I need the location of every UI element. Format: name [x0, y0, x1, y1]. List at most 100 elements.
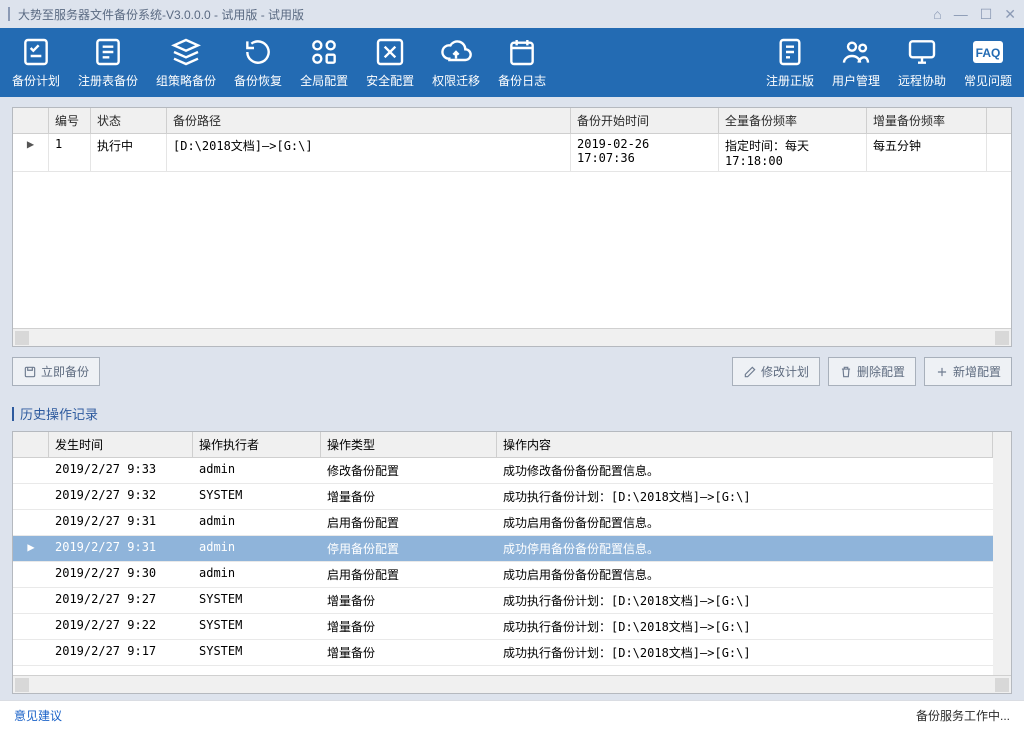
cell-executor: admin	[193, 562, 321, 587]
close-icon[interactable]: ✕	[1004, 6, 1016, 23]
cell-type: 增量备份	[321, 484, 497, 509]
group-policy-backup-button[interactable]: 组策略备份	[156, 36, 216, 89]
delete-config-button[interactable]: 删除配置	[828, 357, 916, 386]
toolbar-group-right: 注册正版 用户管理 远程协助 FAQ 常见问题	[766, 36, 1012, 89]
cell-type: 启用备份配置	[321, 510, 497, 535]
history-table-row[interactable]: 2019/2/27 9:30admin启用备份配置成功启用备份备份配置信息。	[13, 562, 993, 588]
registry-backup-button[interactable]: 注册表备份	[78, 36, 138, 89]
cell-time: 2019/2/27 9:17	[49, 640, 193, 665]
history-table-row[interactable]: 2019/2/27 9:27SYSTEM增量备份成功执行备份计划：[D:\201…	[13, 588, 993, 614]
col-full[interactable]: 全量备份频率	[719, 108, 867, 133]
col-num[interactable]: 编号	[49, 108, 91, 133]
row-marker	[13, 640, 49, 665]
backup-plan-button[interactable]: 备份计划	[12, 36, 60, 89]
maximize-icon[interactable]: ☐	[980, 6, 993, 23]
register-full-button[interactable]: 注册正版	[766, 36, 814, 89]
security-config-button[interactable]: 安全配置	[366, 36, 414, 89]
cell-content: 成功启用备份备份配置信息。	[497, 510, 993, 535]
button-label: 新增配置	[953, 363, 1001, 380]
toolbar-label: 用户管理	[832, 72, 880, 89]
home-icon[interactable]: ⌂	[933, 6, 941, 23]
row-marker-header	[13, 108, 49, 133]
backup-now-button[interactable]: 立即备份	[12, 357, 100, 386]
cell-executor: SYSTEM	[193, 640, 321, 665]
cell-executor: SYSTEM	[193, 588, 321, 613]
history-table-row[interactable]: 2019/2/27 9:31admin启用备份配置成功启用备份备份配置信息。	[13, 510, 993, 536]
cell-type: 停用备份配置	[321, 536, 497, 561]
layers-icon	[170, 36, 202, 68]
trash-icon	[839, 365, 853, 379]
col-content[interactable]: 操作内容	[497, 432, 993, 457]
cell-type: 增量备份	[321, 614, 497, 639]
cell-time: 2019/2/27 9:27	[49, 588, 193, 613]
history-table-row[interactable]: 2019/2/27 9:22SYSTEM增量备份成功执行备份计划：[D:\201…	[13, 614, 993, 640]
badge-icon	[774, 36, 806, 68]
cell-time: 2019/2/27 9:31	[49, 536, 193, 561]
toolbar-label: 组策略备份	[156, 72, 216, 89]
remote-assist-button[interactable]: 远程协助	[898, 36, 946, 89]
status-bar: 意见建议 备份服务工作中...	[0, 700, 1024, 730]
row-marker	[13, 562, 49, 587]
save-icon	[23, 365, 37, 379]
col-status[interactable]: 状态	[91, 108, 167, 133]
permission-migration-button[interactable]: 权限迁移	[432, 36, 480, 89]
history-table: 发生时间 操作执行者 操作类型 操作内容 2019/2/27 9:33admin…	[12, 431, 1012, 694]
action-buttons: 立即备份 修改计划 删除配置 新增配置	[12, 357, 1012, 386]
horizontal-scrollbar[interactable]	[13, 328, 1011, 346]
col-inc[interactable]: 增量备份频率	[867, 108, 987, 133]
add-config-button[interactable]: 新增配置	[924, 357, 1012, 386]
col-time[interactable]: 发生时间	[49, 432, 193, 457]
history-table-row[interactable]: 2019/2/27 9:17SYSTEM增量备份成功执行备份计划：[D:\201…	[13, 640, 993, 666]
backup-restore-button[interactable]: 备份恢复	[234, 36, 282, 89]
cell-type: 修改备份配置	[321, 458, 497, 483]
section-accent	[12, 407, 14, 421]
button-label: 删除配置	[857, 363, 905, 380]
cell-type: 增量备份	[321, 640, 497, 665]
cell-content: 成功停用备份备份配置信息。	[497, 536, 993, 561]
minimize-icon[interactable]: —	[954, 6, 968, 23]
app-window: 大势至服务器文件备份系统-V3.0.0.0 - 试用版 - 试用版 ⌂ — ☐ …	[0, 0, 1024, 730]
toolbar-label: 权限迁移	[432, 72, 480, 89]
plan-table-body: ▶ 1 执行中 [D:\2018文档]—>[G:\] 2019-02-26 17…	[13, 134, 1011, 328]
backup-log-button[interactable]: 备份日志	[498, 36, 546, 89]
user-management-button[interactable]: 用户管理	[832, 36, 880, 89]
grid-icon	[308, 36, 340, 68]
cell-content: 成功执行备份计划：[D:\2018文档]—>[G:\]	[497, 484, 993, 509]
faq-button[interactable]: FAQ 常见问题	[964, 36, 1012, 89]
feedback-link[interactable]: 意见建议	[14, 707, 62, 724]
history-table-row[interactable]: ▶2019/2/27 9:31admin停用备份配置成功停用备份备份配置信息。	[13, 536, 993, 562]
toolbar-label: 全局配置	[300, 72, 348, 89]
title-bar: 大势至服务器文件备份系统-V3.0.0.0 - 试用版 - 试用版 ⌂ — ☐ …	[0, 0, 1024, 28]
horizontal-scrollbar[interactable]	[13, 675, 1011, 693]
col-type[interactable]: 操作类型	[321, 432, 497, 457]
history-section-title: 历史操作记录	[12, 404, 1012, 423]
main-toolbar: 备份计划 注册表备份 组策略备份 备份恢复 全局配置 安全配置	[0, 28, 1024, 97]
toolbar-label: 备份计划	[12, 72, 60, 89]
toolbar-label: 注册表备份	[78, 72, 138, 89]
window-title: 大势至服务器文件备份系统-V3.0.0.0 - 试用版 - 试用版	[18, 6, 304, 23]
toolbar-label: 远程协助	[898, 72, 946, 89]
tools-icon	[374, 36, 406, 68]
cell-type: 增量备份	[321, 588, 497, 613]
cell-content: 成功执行备份计划：[D:\2018文档]—>[G:\]	[497, 640, 993, 665]
faq-icon: FAQ	[972, 36, 1004, 68]
cloud-arrow-icon	[440, 36, 472, 68]
cell-num: 1	[49, 134, 91, 171]
cell-content: 成功修改备份备份配置信息。	[497, 458, 993, 483]
modify-plan-button[interactable]: 修改计划	[732, 357, 820, 386]
history-table-row[interactable]: 2019/2/27 9:33admin修改备份配置成功修改备份备份配置信息。	[13, 458, 993, 484]
vertical-scrollbar[interactable]	[993, 432, 1011, 675]
col-executor[interactable]: 操作执行者	[193, 432, 321, 457]
history-table-row[interactable]: 2019/2/27 9:32SYSTEM增量备份成功执行备份计划：[D:\201…	[13, 484, 993, 510]
cell-executor: SYSTEM	[193, 614, 321, 639]
plan-table-row[interactable]: ▶ 1 执行中 [D:\2018文档]—>[G:\] 2019-02-26 17…	[13, 134, 1011, 172]
cell-executor: admin	[193, 458, 321, 483]
cell-time: 2019/2/27 9:22	[49, 614, 193, 639]
window-controls: ⌂ — ☐ ✕	[933, 6, 1016, 23]
col-start[interactable]: 备份开始时间	[571, 108, 719, 133]
global-config-button[interactable]: 全局配置	[300, 36, 348, 89]
toolbar-group-left: 备份计划 注册表备份 组策略备份 备份恢复	[12, 36, 282, 89]
col-path[interactable]: 备份路径	[167, 108, 571, 133]
users-icon	[840, 36, 872, 68]
toolbar-label: 注册正版	[766, 72, 814, 89]
